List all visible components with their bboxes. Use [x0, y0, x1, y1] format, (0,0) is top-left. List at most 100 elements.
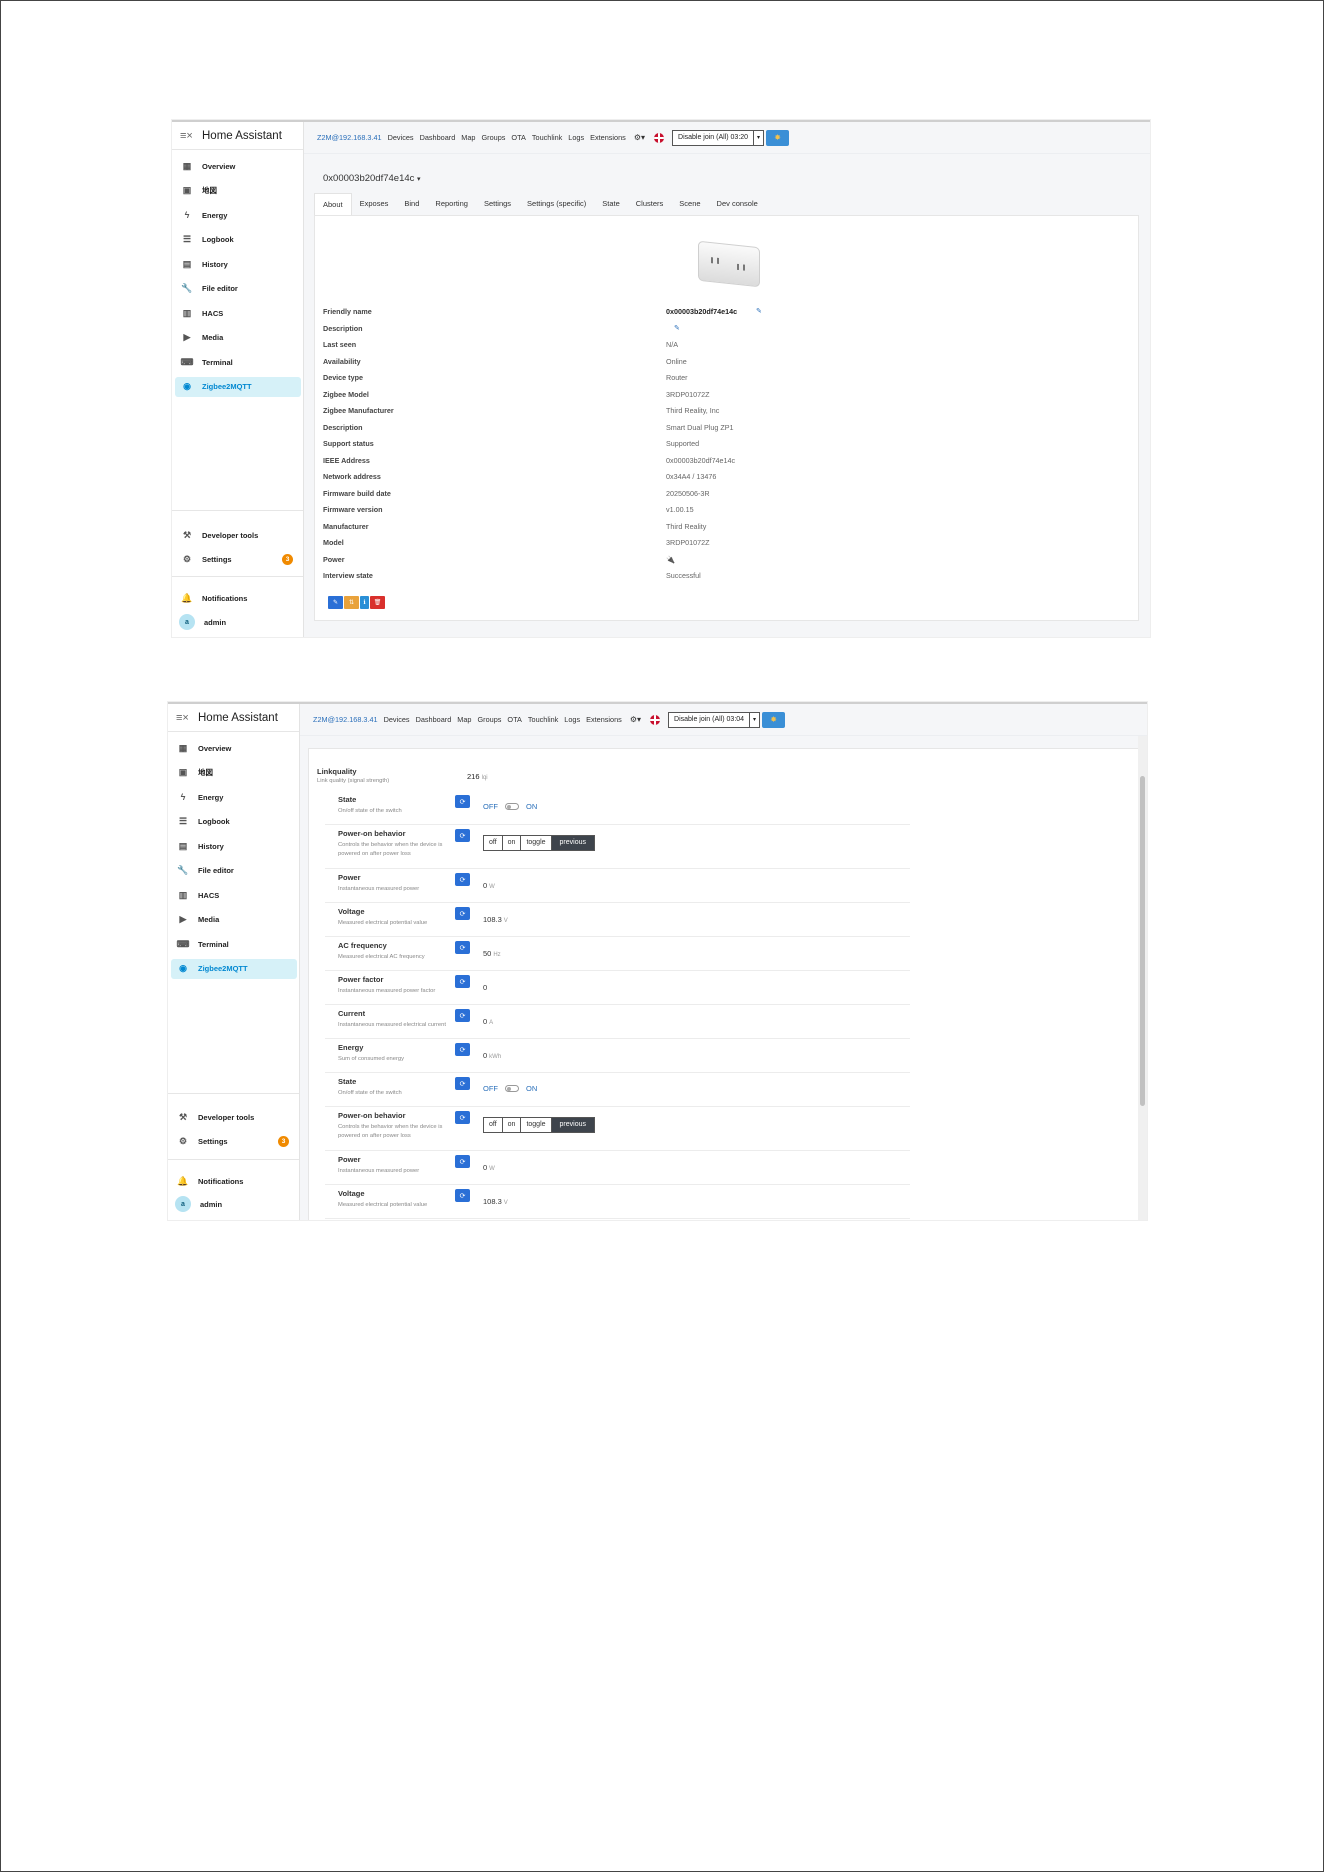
nav-ota[interactable]: OTA: [511, 133, 525, 142]
refresh-icon[interactable]: ⟳: [455, 907, 470, 920]
nav-map[interactable]: Map: [457, 715, 471, 724]
permit-join-select[interactable]: Disable join (All) 03:20 ▾: [672, 129, 765, 146]
sidebar-item-developer-tools[interactable]: ⚒ Developer tools: [175, 525, 301, 545]
interview-icon[interactable]: ℹ: [360, 596, 369, 609]
sidebar-item-[interactable]: ▣ 地図: [171, 763, 297, 783]
tab-state[interactable]: State: [594, 193, 628, 215]
sidebar-item-file-editor[interactable]: 🔧 File editor: [175, 279, 301, 299]
tab-settings[interactable]: Settings: [476, 193, 519, 215]
refresh-icon[interactable]: ⟳: [455, 795, 470, 808]
option-previous-button[interactable]: previous: [551, 836, 594, 850]
sidebar-item-settings[interactable]: ⚙ Settings 3: [175, 549, 301, 569]
option-on-button[interactable]: on: [503, 1118, 522, 1132]
option-previous-button[interactable]: previous: [551, 1118, 594, 1132]
nav-devices[interactable]: Devices: [384, 715, 410, 724]
sidebar-item-media[interactable]: ▶ Media: [171, 910, 297, 930]
sidebar-item-zigbee2mqtt[interactable]: ◉ Zigbee2MQTT: [171, 958, 297, 979]
sidebar-item-developer-tools[interactable]: ⚒ Developer tools: [171, 1107, 297, 1127]
scrollbar[interactable]: [1138, 736, 1147, 1220]
refresh-icon[interactable]: ⟳: [455, 829, 470, 842]
trash-icon[interactable]: 🗑: [370, 596, 385, 609]
refresh-icon[interactable]: ⟳: [455, 1009, 470, 1022]
tab-settings-specific[interactable]: Settings (specific): [519, 193, 594, 215]
sidebar-item-settings[interactable]: ⚙ Settings 3: [171, 1131, 297, 1151]
nav-dashboard[interactable]: Dashboard: [416, 715, 452, 724]
nav-logs[interactable]: Logs: [568, 133, 584, 142]
edit-icon[interactable]: ✎: [674, 324, 680, 332]
z2m-brand-link[interactable]: Z2M@192.168.3.41: [317, 133, 382, 142]
refresh-icon[interactable]: ⟳: [455, 1155, 470, 1168]
tab-about[interactable]: About: [314, 193, 352, 215]
sidebar-item-zigbee2mqtt[interactable]: ◉ Zigbee2MQTT: [175, 376, 301, 397]
device-selector[interactable]: 0x00003b20df74e14c ▾: [323, 173, 421, 184]
sidebar-item-overview[interactable]: ▦ Overview: [175, 156, 301, 176]
language-flag-icon[interactable]: [654, 132, 665, 143]
option-off-button[interactable]: off: [484, 836, 503, 850]
sidebar-item-notifications[interactable]: 🔔 Notifications: [171, 1171, 297, 1191]
refresh-icon[interactable]: ⟳: [455, 1043, 470, 1056]
refresh-icon[interactable]: ⟳: [455, 873, 470, 886]
sidebar-item-file-editor[interactable]: 🔧 File editor: [171, 861, 297, 881]
language-flag-icon[interactable]: [650, 714, 661, 725]
tab-exposes[interactable]: Exposes: [352, 193, 397, 215]
permit-join-button[interactable]: ✸: [766, 129, 790, 146]
reconfigure-icon[interactable]: ⇅: [344, 596, 359, 609]
nav-extensions[interactable]: Extensions: [590, 133, 626, 142]
chevron-down-icon[interactable]: ▾: [753, 130, 763, 145]
option-off-button[interactable]: off: [484, 1118, 503, 1132]
menu-collapse-icon[interactable]: ≡×: [176, 712, 194, 724]
nav-groups[interactable]: Groups: [481, 133, 505, 142]
option-toggle-button[interactable]: toggle: [521, 1118, 552, 1132]
sidebar-item-terminal[interactable]: ⌨ Terminal: [171, 934, 297, 954]
tab-clusters[interactable]: Clusters: [628, 193, 672, 215]
refresh-icon[interactable]: ⟳: [455, 1111, 470, 1124]
sidebar-item-user[interactable]: a admin: [171, 1194, 297, 1214]
scrollbar-thumb[interactable]: [1140, 776, 1145, 1106]
nav-dashboard[interactable]: Dashboard: [420, 133, 456, 142]
nav-ota[interactable]: OTA: [507, 715, 521, 724]
sidebar-item-user[interactable]: a admin: [175, 612, 301, 632]
sidebar-item-overview[interactable]: ▦ Overview: [171, 738, 297, 758]
sidebar-item-[interactable]: ▣ 地図: [175, 181, 301, 201]
nav-groups[interactable]: Groups: [477, 715, 501, 724]
refresh-icon[interactable]: ⟳: [455, 1189, 470, 1202]
nav-extensions[interactable]: Extensions: [586, 715, 622, 724]
nav-map[interactable]: Map: [461, 133, 475, 142]
menu-collapse-icon[interactable]: ≡×: [180, 130, 198, 142]
option-toggle-button[interactable]: toggle: [521, 836, 552, 850]
state-toggle[interactable]: OFF ON: [483, 1084, 537, 1093]
option-on-button[interactable]: on: [503, 836, 522, 850]
tab-scene[interactable]: Scene: [671, 193, 708, 215]
z2m-brand-link[interactable]: Z2M@192.168.3.41: [313, 715, 378, 724]
nav-touchlink[interactable]: Touchlink: [528, 715, 558, 724]
sidebar-item-media[interactable]: ▶ Media: [175, 328, 301, 348]
permit-join-select[interactable]: Disable join (All) 03:04 ▾: [668, 711, 761, 728]
toggle-switch[interactable]: [505, 1085, 519, 1092]
nav-touchlink[interactable]: Touchlink: [532, 133, 562, 142]
refresh-icon[interactable]: ⟳: [455, 975, 470, 988]
tab-reporting[interactable]: Reporting: [427, 193, 476, 215]
toggle-switch[interactable]: [505, 803, 519, 810]
chevron-down-icon[interactable]: ▾: [749, 712, 759, 727]
sidebar-item-logbook[interactable]: ☰ Logbook: [171, 812, 297, 832]
refresh-icon[interactable]: ⟳: [455, 941, 470, 954]
sidebar-item-hacs[interactable]: ▥ HACS: [175, 303, 301, 323]
edit-icon[interactable]: ✎: [756, 307, 762, 315]
sidebar-item-notifications[interactable]: 🔔 Notifications: [175, 588, 301, 608]
sidebar-item-logbook[interactable]: ☰ Logbook: [175, 230, 301, 250]
sidebar-item-energy[interactable]: ϟ Energy: [175, 205, 301, 225]
sidebar-item-history[interactable]: ▤ History: [171, 836, 297, 856]
edit-icon[interactable]: ✎: [328, 596, 343, 609]
settings-dropdown-icon[interactable]: ⚙▾: [634, 133, 645, 142]
sidebar-item-hacs[interactable]: ▥ HACS: [171, 885, 297, 905]
info-value[interactable]: Third Reality: [666, 522, 706, 531]
sidebar-item-energy[interactable]: ϟ Energy: [171, 787, 297, 807]
sidebar-item-history[interactable]: ▤ History: [175, 254, 301, 274]
nav-devices[interactable]: Devices: [388, 133, 414, 142]
state-toggle[interactable]: OFF ON: [483, 802, 537, 811]
tab-dev-console[interactable]: Dev console: [709, 193, 766, 215]
sidebar-item-terminal[interactable]: ⌨ Terminal: [175, 352, 301, 372]
tab-bind[interactable]: Bind: [396, 193, 427, 215]
refresh-icon[interactable]: ⟳: [455, 1077, 470, 1090]
info-value[interactable]: 3RDP01072Z: [666, 538, 710, 547]
